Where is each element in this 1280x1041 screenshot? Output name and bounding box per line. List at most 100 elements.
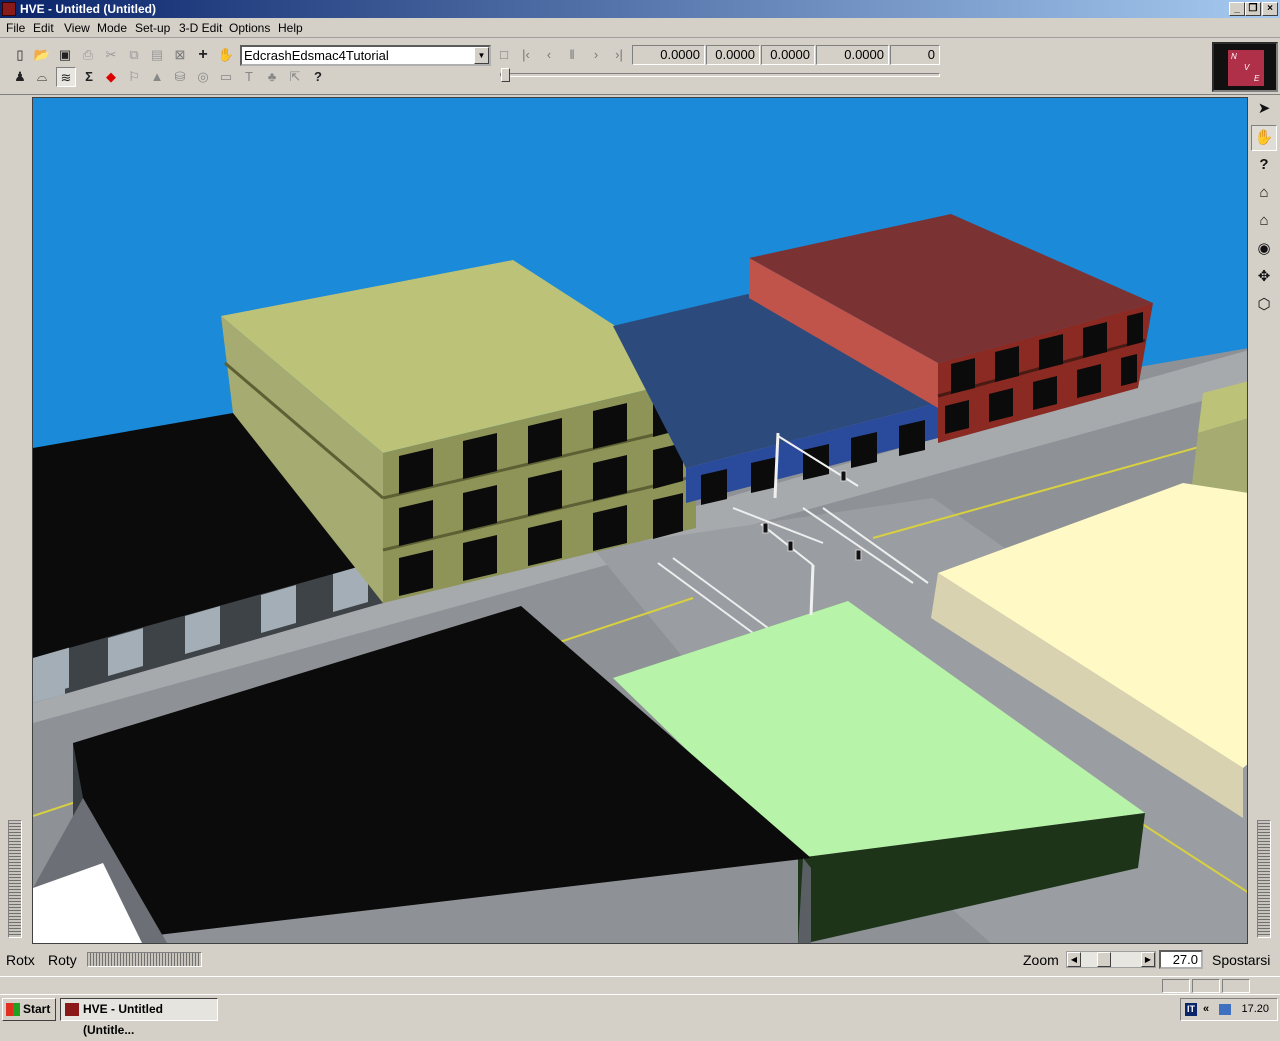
rotx-label: Rotx	[6, 952, 35, 968]
readout-frame: 0	[890, 45, 940, 65]
human-icon[interactable]: ♟	[10, 67, 30, 87]
home-view-icon[interactable]: ⌂	[1251, 181, 1277, 207]
help-question-icon[interactable]: ?	[1251, 153, 1277, 179]
menu-file[interactable]: File	[6, 21, 25, 35]
viewport-tools: ➤ ✋ ? ⌂ ⌂ ◉ ✥ ⬡	[1250, 97, 1278, 327]
grab-hand-icon[interactable]: ✋	[216, 45, 236, 65]
nav-cube-label-n: N	[1231, 52, 1237, 61]
menu-view[interactable]: View	[64, 21, 90, 35]
title-bar: HVE - Untitled (Untitled) _ ❐ ×	[0, 0, 1280, 18]
chevron-down-icon[interactable]: ▼	[474, 47, 489, 64]
context-help-icon[interactable]: ?	[308, 67, 328, 87]
traffic-light	[855, 549, 862, 561]
home-set-icon[interactable]: ⌂	[1251, 209, 1277, 235]
menu-edit[interactable]: Edit	[33, 21, 54, 35]
nav-cube-panel[interactable]: N V E	[1212, 42, 1278, 92]
3d-viewport[interactable]	[32, 97, 1248, 944]
menu-bar: File Edit View Mode Set-up 3-D Edit Opti…	[0, 18, 1280, 38]
hve-app-icon	[65, 1003, 79, 1016]
status-bar	[0, 976, 1280, 994]
pointer-arrow-icon[interactable]: ⇱	[285, 67, 305, 87]
zoom-label: Zoom	[1023, 952, 1059, 968]
hand-pan-icon[interactable]: ✋	[1251, 125, 1277, 151]
new-file-icon[interactable]: ▯	[10, 45, 30, 65]
save-icon[interactable]: ▣	[55, 45, 75, 65]
select-arrow-icon[interactable]: ➤	[1251, 97, 1277, 123]
cut-icon[interactable]: ✂	[101, 45, 121, 65]
left-dolly-wheel[interactable]	[8, 820, 22, 938]
stop-icon[interactable]: □	[494, 45, 514, 65]
box-icon[interactable]: ▭	[216, 67, 236, 87]
status-pane	[1162, 979, 1190, 993]
environment-icon[interactable]: ≋	[56, 67, 76, 87]
paste-icon[interactable]: ▤	[147, 45, 167, 65]
event-select-value: EdcrashEdsmac4Tutorial	[244, 48, 389, 63]
event-select[interactable]: EdcrashEdsmac4Tutorial ▼	[240, 45, 491, 66]
readout-z: 0.0000	[816, 45, 889, 65]
previous-frame-icon[interactable]: ‹	[539, 45, 559, 65]
taskbar-app-button[interactable]: HVE - Untitled (Untitle...	[60, 998, 218, 1037]
menu-options[interactable]: Options	[229, 21, 270, 35]
roty-wheel[interactable]	[87, 952, 202, 967]
traffic-light	[787, 540, 794, 552]
roty-label: Roty	[48, 952, 77, 968]
tree-icon[interactable]: ♣	[262, 67, 282, 87]
open-folder-icon[interactable]: 📂	[32, 45, 52, 65]
nav-cube-label-e: E	[1254, 74, 1260, 83]
add-object-icon[interactable]: +	[193, 45, 213, 65]
traffic-light	[762, 522, 769, 534]
sign-post-icon[interactable]: T	[239, 67, 259, 87]
last-frame-icon[interactable]: ›|	[609, 45, 629, 65]
perspective-box-icon[interactable]: ⬡	[1251, 293, 1277, 319]
menu-setup[interactable]: Set-up	[135, 21, 170, 35]
menu-mode[interactable]: Mode	[97, 21, 127, 35]
zoom-slider[interactable]: ◀ ▶	[1066, 951, 1156, 968]
start-button[interactable]: Start	[2, 998, 56, 1021]
readout-time: 0.0000	[632, 45, 705, 65]
taskbar-app-label: HVE - Untitled (Untitle...	[83, 1002, 163, 1037]
tire-icon[interactable]: ◎	[193, 67, 213, 87]
eye-view-icon[interactable]: ◉	[1251, 237, 1277, 263]
delete-icon[interactable]: ⊠	[170, 45, 190, 65]
flag-icon[interactable]: ⚐	[124, 67, 144, 87]
readout-y: 0.0000	[761, 45, 815, 65]
network-icon[interactable]	[1219, 1004, 1231, 1015]
first-frame-icon[interactable]: |‹	[516, 45, 536, 65]
zoom-value-field[interactable]: 27.0	[1159, 950, 1203, 969]
zoom-slider-thumb[interactable]	[1097, 952, 1111, 967]
cone-icon[interactable]: ▲	[147, 67, 167, 87]
system-tray: IT « 17.20	[1180, 998, 1278, 1021]
pause-icon[interactable]: ‖	[562, 45, 582, 65]
clock[interactable]: 17.20	[1241, 999, 1269, 1020]
window-title: HVE - Untitled (Untitled)	[20, 2, 156, 16]
language-indicator[interactable]: IT	[1185, 1003, 1197, 1016]
time-slider[interactable]	[500, 68, 940, 82]
restore-icon[interactable]: ❐	[1245, 2, 1261, 16]
tray-expand-icon[interactable]: «	[1203, 999, 1209, 1020]
time-slider-thumb[interactable]	[501, 68, 510, 82]
sigma-icon[interactable]: Σ	[79, 67, 99, 87]
collision-icon[interactable]: ◆	[101, 67, 121, 87]
menu-help[interactable]: Help	[278, 21, 303, 35]
nav-cube[interactable]: N V E	[1228, 50, 1264, 86]
windows-logo-icon	[6, 1003, 20, 1016]
taskbar: Start HVE - Untitled (Untitle... IT « 17…	[0, 994, 1280, 1037]
start-label: Start	[23, 1002, 51, 1016]
right-dolly-wheel[interactable]	[1257, 820, 1271, 938]
vehicle-icon[interactable]: ⌓	[32, 67, 52, 87]
copy-icon[interactable]: ⧉	[124, 45, 144, 65]
nav-cube-label-v: V	[1244, 63, 1250, 72]
readout-x: 0.0000	[706, 45, 760, 65]
menu-3d-edit[interactable]: 3-D Edit	[179, 21, 222, 35]
next-frame-icon[interactable]: ›	[586, 45, 606, 65]
signal-pole	[809, 564, 815, 616]
move-crosshair-icon[interactable]: ✥	[1251, 265, 1277, 291]
minimize-icon[interactable]: _	[1229, 2, 1245, 16]
print-icon[interactable]: ⎙	[78, 45, 98, 65]
zoom-left-arrow-icon[interactable]: ◀	[1067, 952, 1081, 967]
close-icon[interactable]: ×	[1262, 2, 1278, 16]
mode-label: Spostarsi	[1212, 952, 1271, 968]
zoom-right-arrow-icon[interactable]: ▶	[1141, 952, 1155, 967]
barrel-icon[interactable]: ⛁	[170, 67, 190, 87]
app-icon[interactable]	[2, 2, 16, 16]
